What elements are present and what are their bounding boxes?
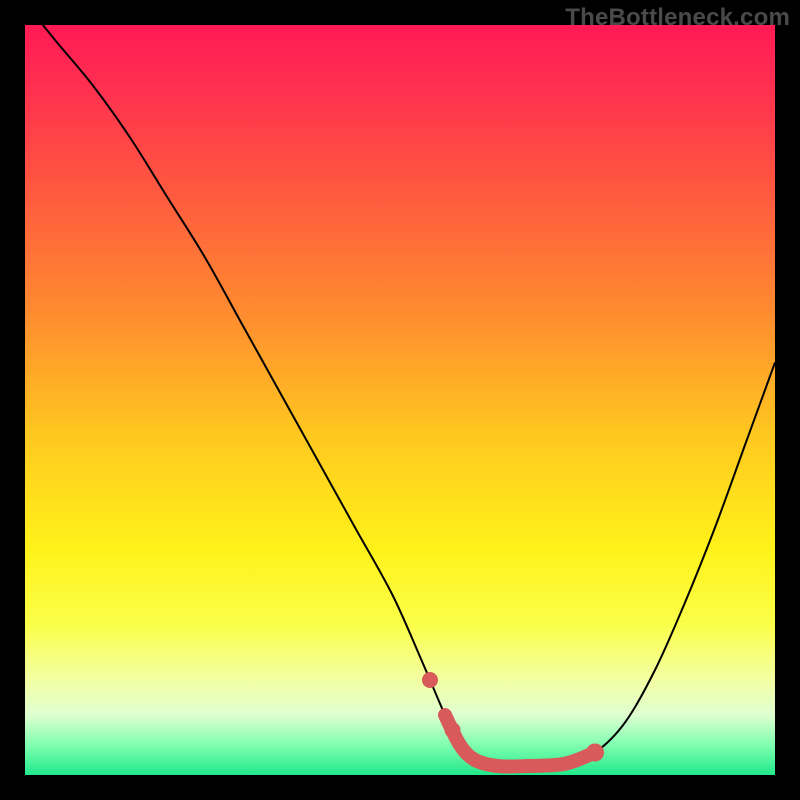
curve-path — [25, 25, 775, 767]
plot-area — [25, 25, 775, 775]
sweet-spot-highlight — [445, 715, 595, 767]
right-knee-marker — [586, 744, 604, 762]
bottleneck-curve — [25, 25, 775, 775]
left-knee-marker-1 — [422, 672, 438, 688]
left-knee-marker-2 — [445, 722, 461, 738]
chart-frame: TheBottleneck.com — [0, 0, 800, 800]
